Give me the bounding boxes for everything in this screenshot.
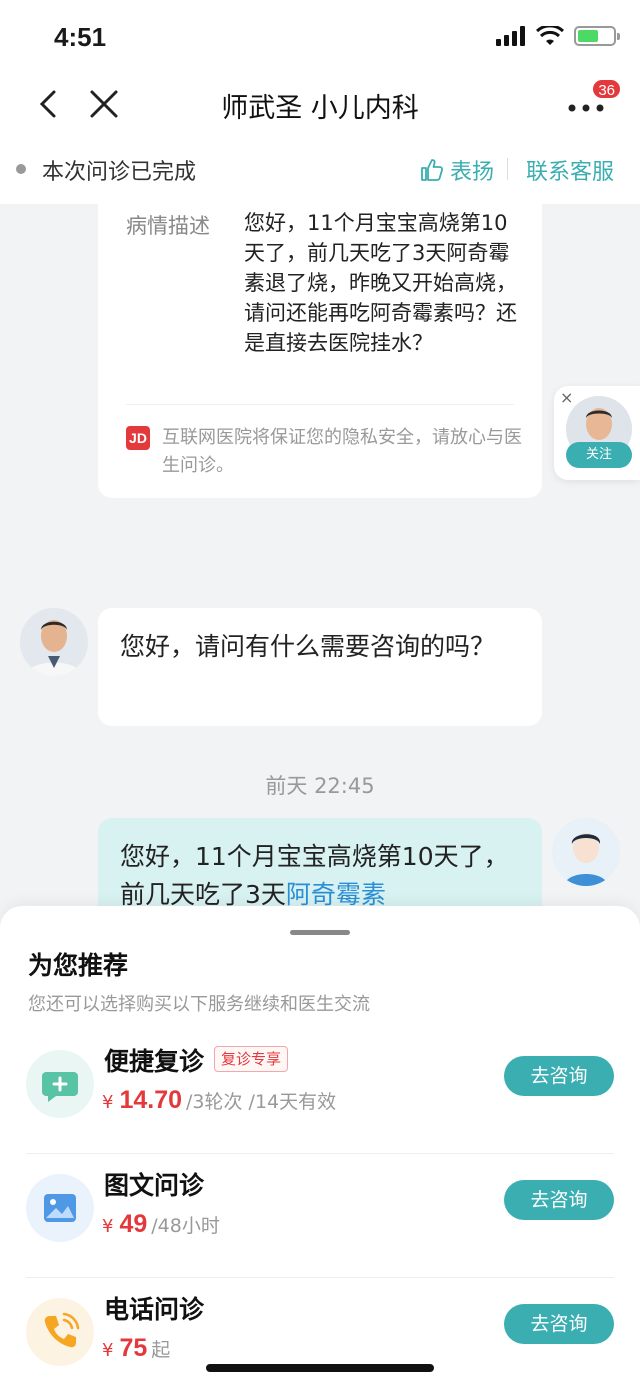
service-price: ¥ 75 起 — [102, 1334, 170, 1363]
page-title: 师武圣 小儿内科 — [221, 93, 419, 124]
home-indicator[interactable] — [206, 1364, 434, 1372]
phone-icon — [26, 1298, 94, 1366]
consult-button[interactable]: 去咨询 — [504, 1304, 614, 1344]
price-unit: 起 — [151, 1339, 171, 1361]
service-name: 便捷复诊 — [104, 1047, 205, 1076]
divider — [126, 404, 514, 405]
currency-symbol: ¥ — [102, 1340, 114, 1361]
service-price: ¥ 14.70 /3轮次 /14天有效 — [102, 1086, 336, 1115]
service-name: 电话问诊 — [104, 1295, 205, 1324]
sheet-handle[interactable] — [290, 930, 350, 935]
signal-icon — [496, 26, 525, 46]
chat-area[interactable]: 病情描述 您好，11个月宝宝高烧第10天了，前几天吃了3天阿奇霉素退了烧，昨晚又… — [0, 204, 640, 944]
condition-label: 病情描述 — [126, 214, 210, 238]
thumbs-up-icon — [421, 159, 444, 181]
recommend-sheet: 为您推荐 您还可以选择购买以下服务继续和医生交流 便捷复诊 复诊专享 ¥ 14.… — [0, 906, 640, 1385]
service-price: ¥ 49 /48小时 — [102, 1210, 220, 1239]
price-value: 75 — [119, 1334, 148, 1362]
contact-service-link[interactable]: 联系客服 — [526, 154, 614, 186]
follow-widget[interactable]: × 关注 — [554, 386, 640, 480]
consult-status-row: 本次问诊已完成 表扬 联系客服 — [0, 132, 640, 204]
praise-button[interactable]: 表扬 — [420, 154, 494, 186]
status-dot — [16, 164, 26, 174]
status-icons — [496, 26, 620, 46]
jd-logo: JD — [126, 426, 150, 450]
chat-plus-icon — [26, 1050, 94, 1118]
consult-info-card: 病情描述 您好，11个月宝宝高烧第10天了，前几天吃了3天阿奇霉素退了烧，昨晚又… — [98, 204, 542, 498]
close-icon[interactable]: × — [560, 388, 573, 407]
price-unit: /48小时 — [151, 1215, 220, 1237]
doctor-avatar[interactable] — [20, 608, 88, 676]
battery-icon — [574, 26, 620, 46]
price-value: 14.70 — [119, 1086, 183, 1114]
doctor-message: 您好，请问有什么需要咨询的吗？ — [98, 608, 542, 726]
notification-badge: 36 — [591, 78, 622, 100]
privacy-notice: 互联网医院将保证您的隐私安全，请放心与医生问诊。 — [162, 427, 522, 476]
image-icon — [26, 1174, 94, 1242]
service-name: 图文问诊 — [104, 1171, 205, 1200]
condition-description: 您好，11个月宝宝高烧第10天了，前几天吃了3天阿奇霉素退了烧，昨晚又开始高烧，… — [244, 211, 517, 355]
nav-bar: 师武圣 小儿内科 36 — [0, 76, 640, 132]
divider — [507, 158, 508, 180]
praise-label: 表扬 — [449, 160, 494, 185]
service-item-text-consult[interactable]: 图文问诊 ¥ 49 /48小时 去咨询 — [0, 1154, 640, 1278]
currency-symbol: ¥ — [102, 1216, 114, 1237]
price-unit: /3轮次 /14天有效 — [186, 1091, 337, 1113]
status-time: 4:51 — [54, 22, 107, 52]
service-item-followup[interactable]: 便捷复诊 复诊专享 ¥ 14.70 /3轮次 /14天有效 去咨询 — [0, 1030, 640, 1154]
message-timestamp: 前天 22:45 — [265, 774, 375, 798]
consult-button[interactable]: 去咨询 — [504, 1180, 614, 1220]
sheet-title: 为您推荐 — [28, 951, 129, 980]
drug-link[interactable]: 阿奇霉素 — [286, 880, 386, 909]
consult-button[interactable]: 去咨询 — [504, 1056, 614, 1096]
consult-status-text: 本次问诊已完成 — [42, 160, 197, 185]
followup-tag: 复诊专享 — [214, 1046, 289, 1072]
user-avatar — [552, 818, 620, 886]
wifi-icon — [536, 26, 564, 45]
follow-button[interactable]: 关注 — [566, 442, 632, 468]
price-value: 49 — [119, 1210, 148, 1238]
currency-symbol: ¥ — [102, 1092, 114, 1113]
sheet-subtitle: 您还可以选择购买以下服务继续和医生交流 — [28, 994, 370, 1015]
status-bar: 4:51 — [0, 0, 640, 76]
